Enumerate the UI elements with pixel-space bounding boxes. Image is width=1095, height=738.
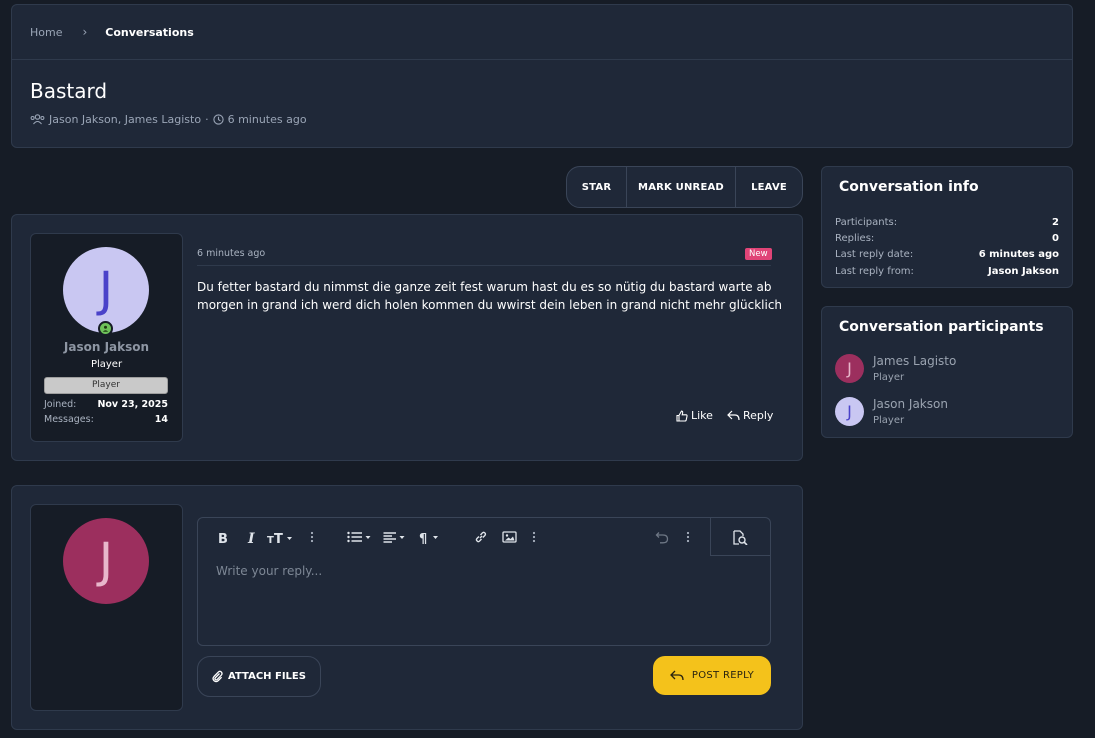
users-icon — [30, 114, 45, 125]
more-icon[interactable] — [532, 529, 536, 545]
reply-input[interactable] — [216, 564, 756, 578]
reply-icon — [727, 410, 740, 421]
reply-avatar: J — [63, 518, 149, 604]
preview-icon[interactable] — [732, 529, 748, 545]
info-row-participants: Participants: 2 — [835, 217, 1059, 228]
online-status-icon — [98, 321, 113, 336]
info-value[interactable]: Jason Jakson — [988, 266, 1059, 277]
image-icon[interactable] — [502, 529, 517, 545]
like-label: Like — [691, 409, 713, 422]
conversation-participants-block: Conversation participants J James Lagist… — [821, 306, 1073, 438]
link-icon[interactable] — [474, 529, 488, 545]
editor-toolbar: B I TT ¶ — [198, 518, 771, 556]
svg-text:T: T — [267, 535, 274, 544]
attach-files-label: ATTACH FILES — [228, 671, 306, 682]
svg-text:T: T — [274, 532, 283, 544]
info-label: Participants: — [835, 217, 898, 228]
info-value: 6 minutes ago — [978, 249, 1059, 260]
svg-text:B: B — [218, 532, 228, 544]
avatar[interactable]: J — [835, 354, 864, 383]
conversation-info-title: Conversation info — [839, 179, 979, 195]
joined-value: Nov 23, 2025 — [97, 399, 168, 410]
participant-text: Jason Jakson Player — [873, 397, 948, 426]
mark-unread-button[interactable]: MARK UNREAD — [627, 167, 736, 207]
message-divider — [197, 265, 771, 266]
leave-button[interactable]: LEAVE — [736, 167, 802, 207]
post-reply-button[interactable]: POST REPLY — [653, 656, 771, 695]
info-row-replies: Replies: 0 — [835, 233, 1059, 244]
quick-reply: J B I TT ¶ ATTACH FILES — [11, 485, 803, 730]
conversation-meta: Jason Jakson, James Lagisto · 6 minutes … — [30, 113, 307, 126]
message-date[interactable]: 6 minutes ago — [197, 248, 265, 259]
message-actions: Like Reply — [676, 409, 773, 422]
participant-role: Player — [873, 372, 905, 383]
message-user-card: J Jason Jakson Player Player Joined: Nov… — [30, 233, 183, 442]
author-title: Player — [90, 359, 123, 370]
message-body: Du fetter bastard du nimmst die ganze ze… — [197, 280, 783, 312]
messages-value: 14 — [154, 414, 168, 425]
paperclip-icon — [212, 670, 223, 683]
messages-label: Messages: — [44, 414, 94, 425]
breadcrumb-home[interactable]: Home — [30, 26, 62, 39]
like-button[interactable]: Like — [676, 409, 713, 422]
conversation-actions: STAR MARK UNREAD LEAVE — [566, 166, 803, 208]
info-label: Last reply from: — [835, 266, 914, 277]
toolbar-divider — [710, 555, 771, 556]
participant-item: J James Lagisto Player — [835, 354, 956, 383]
italic-icon[interactable]: I — [247, 529, 257, 545]
conversation-info-block: Conversation info Participants: 2 Replie… — [821, 166, 1073, 288]
new-badge: New — [745, 248, 772, 260]
info-label: Last reply date: — [835, 249, 914, 260]
joined-label: Joined: — [44, 399, 77, 410]
more-icon[interactable] — [686, 529, 690, 545]
breadcrumb-conversations[interactable]: Conversations — [105, 26, 193, 39]
list-icon[interactable] — [347, 529, 373, 545]
reply-button[interactable]: Reply — [727, 409, 773, 422]
participant-text: James Lagisto Player — [873, 354, 956, 383]
author-banner: Player — [44, 377, 168, 394]
reply-user-card: J — [30, 504, 183, 711]
conversation-time: 6 minutes ago — [227, 113, 307, 126]
undo-icon[interactable] — [655, 529, 669, 545]
reply-editor: B I TT ¶ — [197, 517, 771, 646]
author-messages: Messages: 14 — [44, 414, 168, 425]
participant-role: Player — [873, 415, 905, 426]
info-row-last-reply-from: Last reply from: Jason Jakson — [835, 266, 1059, 277]
info-row-last-reply-date: Last reply date: 6 minutes ago — [835, 249, 1059, 260]
meta-separator: · — [205, 113, 209, 126]
bold-icon[interactable]: B — [217, 529, 229, 545]
attach-files-button[interactable]: ATTACH FILES — [197, 656, 321, 697]
page-title: Bastard — [30, 79, 108, 103]
breadcrumb: Home › Conversations — [12, 5, 1072, 60]
message: J Jason Jakson Player Player Joined: Nov… — [11, 214, 803, 461]
breadcrumb-separator: › — [82, 25, 88, 39]
conversation-header: Home › Conversations Bastard Jason Jakso… — [11, 4, 1073, 148]
more-icon[interactable] — [310, 529, 314, 545]
conversation-participants[interactable]: Jason Jakson, James Lagisto — [49, 113, 201, 126]
svg-text:¶: ¶ — [419, 532, 427, 544]
reply-label: Reply — [742, 409, 774, 422]
svg-text:I: I — [247, 531, 255, 544]
avatar[interactable]: J — [835, 397, 864, 426]
author-name[interactable]: Jason Jakson — [31, 340, 182, 354]
participant-name[interactable]: Jason Jakson — [873, 397, 948, 411]
clock-icon — [212, 114, 224, 125]
participant-name[interactable]: James Lagisto — [873, 354, 956, 368]
paragraph-icon[interactable]: ¶ — [419, 529, 445, 545]
align-icon[interactable] — [383, 529, 409, 545]
participant-item: J Jason Jakson Player — [835, 397, 948, 426]
post-reply-label: POST REPLY — [691, 670, 755, 681]
reply-icon — [669, 670, 684, 681]
star-button[interactable]: STAR — [567, 167, 627, 207]
conversation-participants-title: Conversation participants — [839, 319, 1044, 335]
info-label: Replies: — [835, 233, 875, 244]
thumbs-up-icon — [676, 409, 688, 422]
author-joined: Joined: Nov 23, 2025 — [44, 399, 168, 410]
font-size-icon[interactable]: TT — [267, 529, 295, 545]
toolbar-divider — [710, 518, 711, 556]
info-value: 2 — [1052, 217, 1059, 228]
info-value: 0 — [1052, 233, 1059, 244]
